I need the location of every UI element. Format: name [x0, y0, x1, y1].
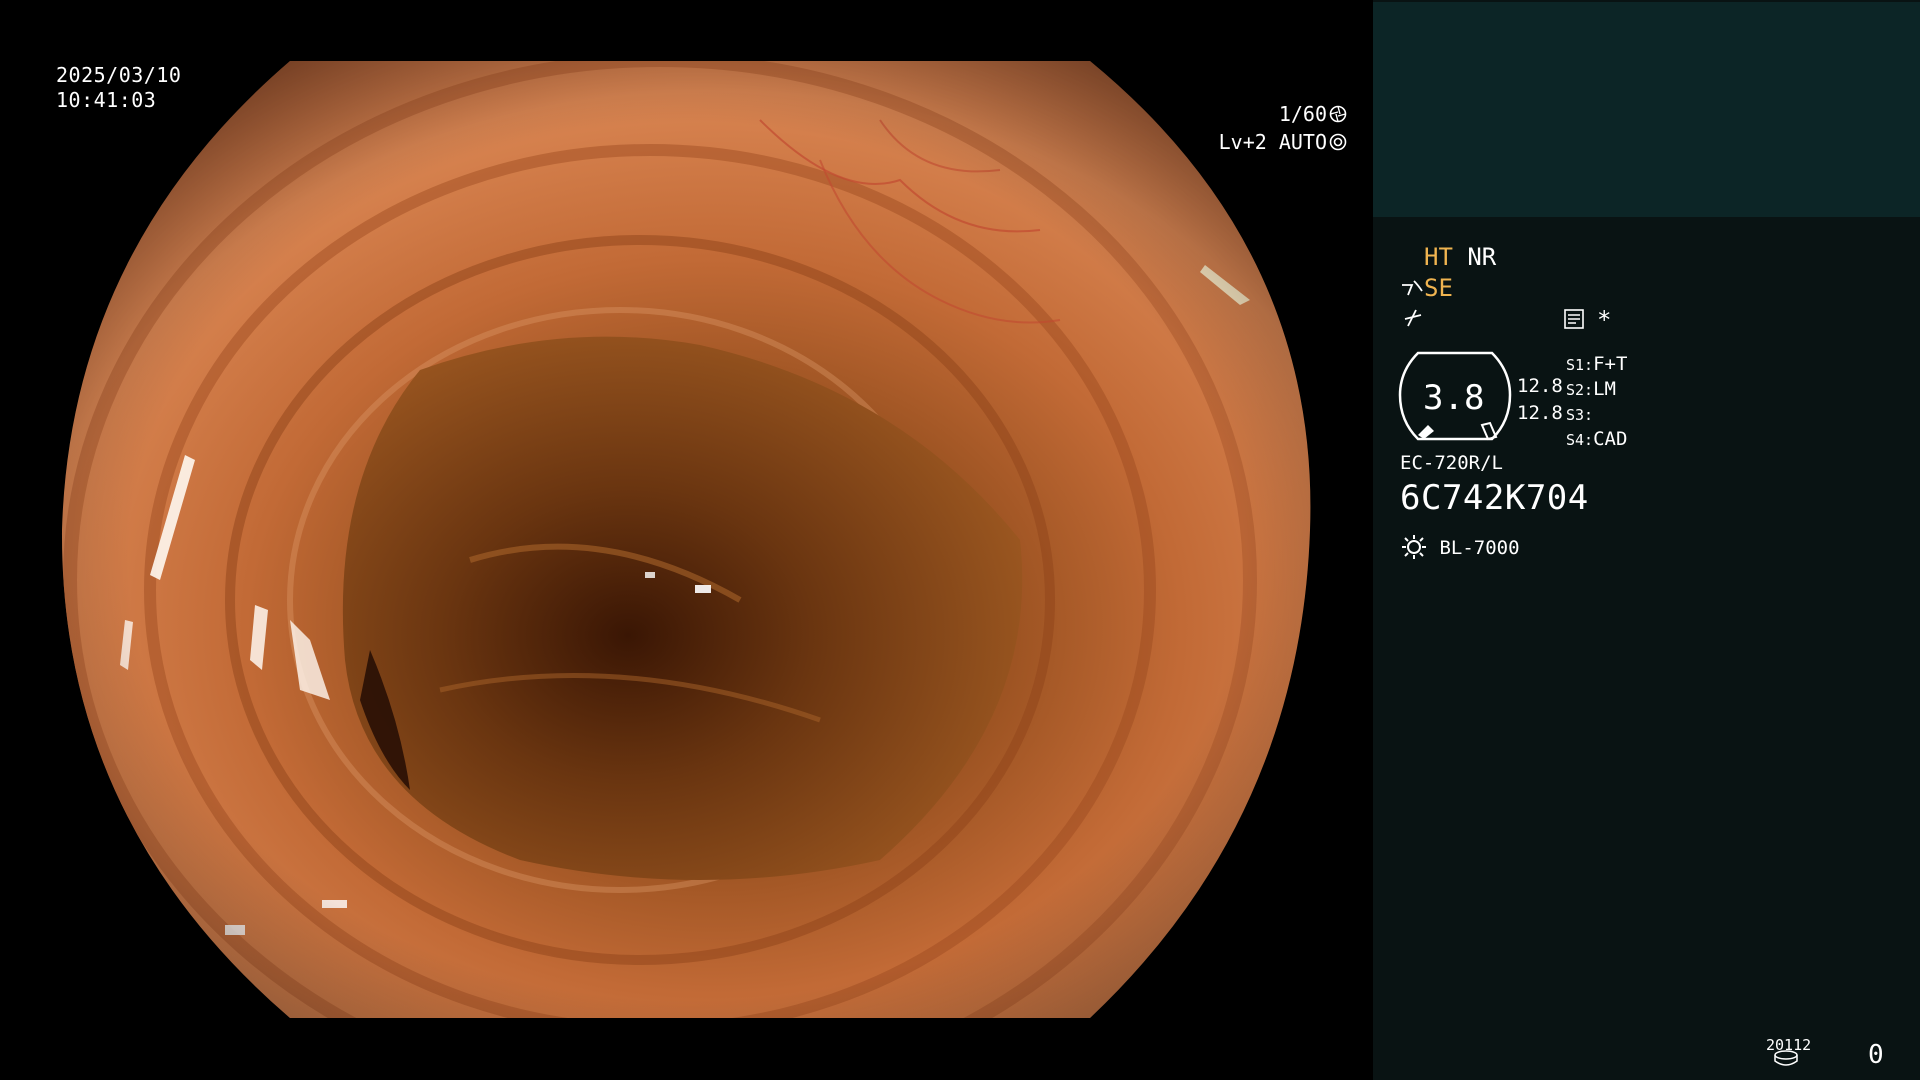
exposure-overlay: 1/60 Lv+2 AUTO [1219, 100, 1347, 156]
thumbnail-area [1373, 2, 1920, 217]
datetime-overlay: 2025/03/10 10:41:03 [56, 63, 181, 113]
freeze-icon [1402, 280, 1423, 296]
status-panel: HT NR SE * 3.8 12.8 12.8 S1:F+T S2:LM S3… [1373, 0, 1920, 1080]
aperture-icon [1329, 105, 1347, 123]
value-1: 12.8 [1517, 375, 1563, 397]
s4-label: S4: [1566, 431, 1594, 449]
enhance-icon [1404, 309, 1422, 327]
endoscope-video-view: 2025/03/10 10:41:03 1/60 Lv+2 AUTO [0, 0, 1373, 1080]
value-2: 12.8 [1517, 402, 1563, 424]
date-text: 2025/03/10 [56, 63, 182, 87]
image-counter: 0 [1868, 1040, 1884, 1070]
zoom-value: 3.8 [1423, 378, 1485, 418]
s4-value: CAD [1593, 428, 1628, 450]
s1-label: S1: [1566, 356, 1594, 374]
ht-indicator: HT [1424, 243, 1453, 271]
brightness-level-text: Lv+2 AUTO [1218, 130, 1327, 154]
disk-icon [1774, 1050, 1798, 1066]
time-text: 10:41:03 [56, 88, 157, 112]
shutter-speed-text: 1/60 [1278, 102, 1327, 126]
asterisk-indicator: * [1597, 306, 1612, 334]
s3-label: S3: [1566, 406, 1594, 424]
s2-label: S2: [1566, 381, 1594, 399]
light-source-label: BL-7000 [1439, 537, 1520, 559]
endoscopic-image [61, 61, 1311, 1018]
nr-indicator: NR [1467, 243, 1497, 271]
scope-serial: 6C742K704 [1400, 478, 1589, 518]
se-indicator: SE [1424, 274, 1453, 302]
document-icon [1564, 309, 1584, 329]
scope-model: EC-720R/L [1400, 452, 1503, 474]
s1-value: F+T [1593, 353, 1628, 375]
iris-icon [1329, 133, 1347, 151]
lamp-icon [1402, 535, 1426, 559]
s2-value: LM [1593, 378, 1616, 400]
